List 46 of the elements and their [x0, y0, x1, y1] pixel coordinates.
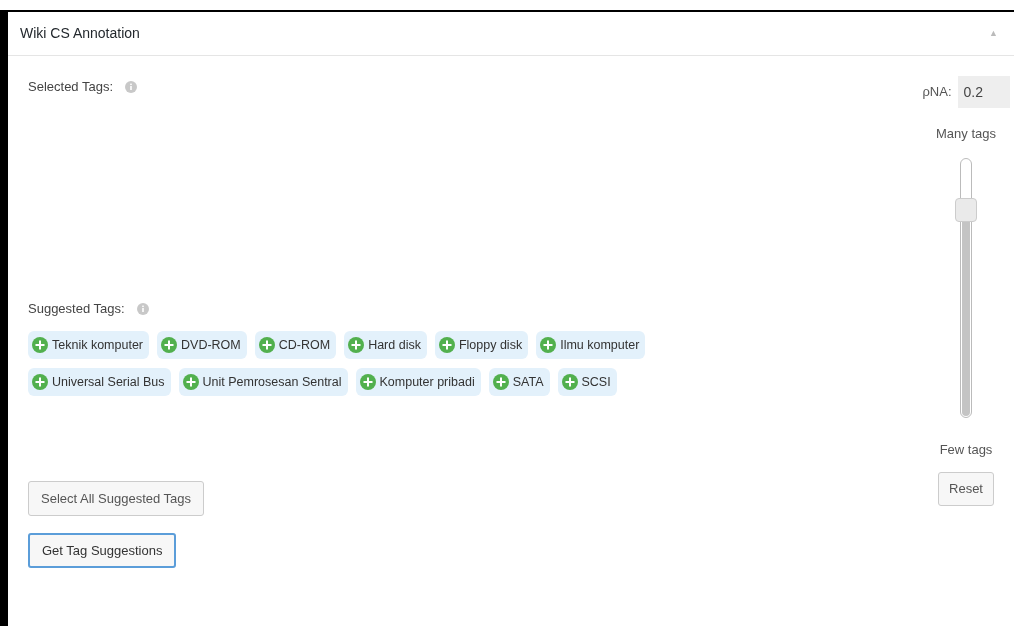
reset-button[interactable]: Reset [938, 472, 994, 506]
tag-label: SCSI [581, 373, 611, 391]
suggested-tag[interactable]: Universal Serial Bus [28, 368, 171, 396]
suggested-tag[interactable]: Unit Pemrosesan Sentral [178, 368, 348, 396]
tag-label: Komputer pribadi [379, 373, 475, 391]
plus-icon [161, 337, 177, 353]
plus-icon [258, 337, 275, 353]
tag-label: DVD-ROM [181, 336, 241, 354]
few-tags-label: Few tags [939, 440, 993, 459]
plus-icon [540, 337, 557, 353]
suggested-tag[interactable]: Floppy disk [434, 331, 529, 359]
tag-label: SATA [512, 373, 544, 391]
suggested-tag[interactable]: SATA [488, 368, 550, 396]
plus-icon [561, 374, 578, 390]
tag-label: CD-ROM [278, 336, 331, 354]
plus-icon [492, 374, 509, 390]
plus-icon [182, 374, 199, 390]
suggested-tag[interactable]: CD-ROM [254, 331, 337, 359]
plus-icon [32, 374, 48, 390]
selected-tags-label: Selected Tags: [28, 78, 114, 97]
info-icon [125, 81, 138, 93]
suggested-tag[interactable]: Hard disk [344, 331, 427, 359]
plus-icon [348, 337, 365, 353]
plus-icon [438, 337, 455, 353]
tag-label: Floppy disk [458, 336, 523, 354]
panel-title: Wiki CS Annotation [20, 24, 140, 43]
tag-label: Unit Pemrosesan Sentral [202, 373, 342, 391]
suggested-tag[interactable]: Ilmu komputer [536, 331, 646, 359]
pna-field[interactable]: 0.2 [957, 76, 1010, 108]
tag-label: Universal Serial Bus [52, 373, 165, 391]
suggested-tag[interactable]: Teknik komputer [28, 331, 149, 359]
tag-label: Teknik komputer [52, 336, 143, 354]
action-button[interactable]: Get Tag Suggestions [28, 533, 177, 568]
slider-thumb[interactable] [955, 198, 977, 223]
suggested-tag[interactable]: DVD-ROM [157, 331, 247, 359]
info-icon [136, 303, 149, 315]
suggested-tag[interactable]: Komputer pribadi [355, 368, 481, 396]
many-tags-label: Many tags [936, 125, 996, 143]
plus-icon [32, 337, 48, 353]
suggested-tag[interactable]: SCSI [557, 368, 617, 396]
action-button[interactable]: Select All Suggested Tags [28, 481, 205, 516]
plus-icon [359, 374, 376, 390]
suggested-tags-label: Suggested Tags: [28, 300, 125, 319]
pna-label: ρNA: [922, 83, 952, 102]
tag-label: Ilmu komputer [560, 336, 640, 354]
tag-label: Hard disk [368, 336, 421, 354]
